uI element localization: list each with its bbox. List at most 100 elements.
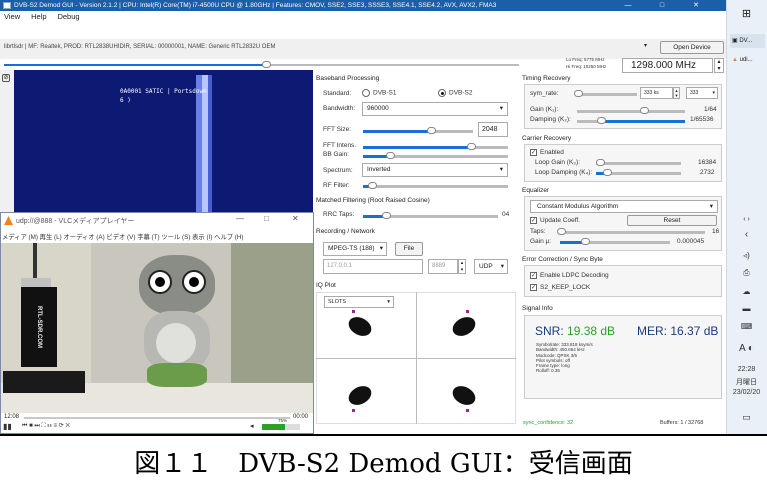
carrier-enabled-label: Enabled xyxy=(540,149,564,157)
damping-fill xyxy=(600,120,685,123)
eq-update[interactable]: ✓ Update Coeff. xyxy=(530,217,580,224)
carrier-enabled[interactable]: ✓ Enabled xyxy=(530,149,564,156)
eq-reset-button[interactable]: Reset xyxy=(627,215,717,226)
check-icon[interactable]: ✓ xyxy=(530,217,537,224)
fft-size-knob[interactable] xyxy=(427,127,436,134)
vlc-close-button[interactable]: ✕ xyxy=(292,214,299,223)
chevron-down-icon: ▾ xyxy=(387,299,390,305)
check-icon[interactable]: ✓ xyxy=(530,149,537,156)
close-button[interactable]: ✕ xyxy=(682,0,710,11)
damping-knob[interactable] xyxy=(597,117,606,124)
loop-damp-knob[interactable] xyxy=(603,169,612,176)
ip-input[interactable]: 127.0.0.1 xyxy=(323,259,423,274)
gain-track[interactable] xyxy=(577,110,685,113)
frequency-input[interactable]: 1298.000 MHz xyxy=(622,58,713,73)
radio-dvbs2[interactable]: DVB-S2 xyxy=(438,89,472,97)
iq-select-value: SLOTS xyxy=(328,299,347,305)
menu-debug[interactable]: Debug xyxy=(57,12,79,21)
chevron-left-icon[interactable]: ‹ xyxy=(726,229,767,240)
sym-rate-knob[interactable] xyxy=(574,90,583,97)
bb-gain-knob[interactable] xyxy=(386,152,395,159)
radio-dvbs1[interactable]: DVB-S1 xyxy=(362,89,396,97)
vlc-seekbar[interactable] xyxy=(24,417,290,419)
gain-label: Gain (K₁): xyxy=(530,106,559,113)
spectrum-overlay-text: 0A0001 SATIC | Portsdown xyxy=(120,88,207,95)
loop-gain-track[interactable] xyxy=(596,162,681,165)
fft-intens-knob[interactable] xyxy=(467,143,476,150)
tray-arrows[interactable]: ‹ › xyxy=(726,216,767,223)
cloud-icon[interactable]: ☁ xyxy=(726,287,767,296)
clock-day[interactable]: 月曜日 xyxy=(726,377,767,387)
port-spin[interactable]: ▴ ▾ xyxy=(458,259,466,274)
ime-indicator[interactable]: A ◐ xyxy=(726,343,767,354)
radio-dvbs2-icon[interactable] xyxy=(438,89,446,97)
eq-algo-select[interactable]: Constant Modulus Algorithm ▾ xyxy=(530,200,718,213)
network-icon[interactable]: ⌨ xyxy=(726,322,767,331)
vlc-maximize-button[interactable]: □ xyxy=(264,214,269,223)
gain-knob[interactable] xyxy=(640,107,649,114)
chevron-down-icon: ▾ xyxy=(712,90,715,96)
loop-damp-label: Loop Damping (K₄): xyxy=(535,169,593,176)
freq-knob[interactable] xyxy=(262,61,271,68)
radio-dvbs1-icon[interactable] xyxy=(362,89,370,97)
minimize-button[interactable]: — xyxy=(614,0,642,11)
speaker-icon[interactable]: ◂ xyxy=(250,422,254,430)
lock-check[interactable]: ✓ S2_KEEP_LOCK xyxy=(530,284,590,291)
chevron-down-icon: ▾ xyxy=(499,166,503,173)
frequency-spin[interactable]: ▴ ▾ xyxy=(714,58,724,73)
device-dropdown-icon[interactable]: ▾ xyxy=(644,42,650,50)
owl-eye-left xyxy=(148,270,172,294)
notification-icon[interactable]: ▭ xyxy=(726,412,767,423)
sym-rate-track[interactable] xyxy=(577,93,637,96)
eq-gain-label: Gain μ: xyxy=(530,238,552,245)
vlc-menu[interactable]: メディア (M) 再生 (L) オーディオ (A) ビデオ (V) 字幕 (T)… xyxy=(2,232,244,241)
radio-dvbs2-label: DVB-S2 xyxy=(449,89,473,97)
bandwidth-select[interactable]: 960000 ▾ xyxy=(362,102,508,116)
port-input[interactable]: 8889 xyxy=(428,259,458,274)
proto-select[interactable]: UDP ▾ xyxy=(474,259,508,274)
check-icon[interactable]: ✓ xyxy=(530,284,537,291)
battery-icon[interactable]: ▬ xyxy=(726,304,767,313)
iq-select[interactable]: SLOTS ▾ xyxy=(324,296,394,308)
signal-detail-line: Rolloff: 0.35 xyxy=(536,368,560,374)
eq-taps-knob[interactable] xyxy=(557,228,566,235)
clock-time[interactable]: 22:28 xyxy=(726,366,767,373)
format-select[interactable]: MPEG-TS (188) ▾ xyxy=(323,242,387,256)
clock-date[interactable]: 23/02/20 xyxy=(726,389,767,396)
spectrum-select[interactable]: Inverted ▾ xyxy=(362,163,508,177)
vlc-control-icons[interactable]: ⏮ ■ ⏭ ⛶ ☷ ≡ ⟳ ✕ xyxy=(22,422,70,430)
taskbar-item-vlc[interactable]: ▲ udi... xyxy=(730,53,765,67)
fft-size-input[interactable]: 2048 xyxy=(478,122,508,137)
eq-taps-label: Taps: xyxy=(530,228,546,235)
taskbar-item-dvb[interactable]: ▣ DV... xyxy=(730,34,765,48)
menu-view[interactable]: View xyxy=(4,12,20,21)
sym-rate-input[interactable]: 333 ks xyxy=(640,87,673,99)
speaker-tray-icon[interactable]: ◃) xyxy=(726,251,767,260)
eq-taps-value: 16 xyxy=(712,228,720,235)
vlc-volume-bar[interactable] xyxy=(262,424,300,430)
vlc-pause-icon[interactable]: ▮▮ xyxy=(3,422,12,431)
clipboard-icon[interactable]: ⎙ xyxy=(726,268,767,278)
spectrum-settings-icon[interactable]: ⊘ xyxy=(2,74,10,82)
check-icon[interactable]: ✓ xyxy=(530,272,537,279)
windows-start-icon[interactable]: ⊞ xyxy=(726,7,767,20)
sym-rate-spin[interactable]: ▴ ▾ xyxy=(673,87,680,99)
maximize-button[interactable]: □ xyxy=(648,0,676,11)
eq-gain-knob[interactable] xyxy=(581,238,590,245)
open-device-button[interactable]: Open Device xyxy=(660,41,724,54)
vlc-time-total: 00:00 xyxy=(293,414,309,420)
eq-algo-value: Constant Modulus Algorithm xyxy=(537,203,619,210)
chevron-down-icon: ▾ xyxy=(709,203,713,210)
rf-filter-track[interactable] xyxy=(363,185,508,188)
menu-help[interactable]: Help xyxy=(31,12,46,21)
rrc-knob[interactable] xyxy=(382,212,391,219)
file-button[interactable]: File xyxy=(395,242,423,256)
eq-taps-track[interactable] xyxy=(560,231,705,234)
sym-rate-select[interactable]: 333 ▾ xyxy=(686,87,718,99)
ldpc-check[interactable]: ✓ Enable LDPC Decoding xyxy=(530,272,609,279)
loop-gain-knob[interactable] xyxy=(596,159,605,166)
vlc-minimize-button[interactable]: — xyxy=(236,214,244,223)
lo-freq: Lo Freq: 5775 MHz xyxy=(566,57,605,62)
iq-marker xyxy=(352,310,355,313)
rf-filter-knob[interactable] xyxy=(368,182,377,189)
